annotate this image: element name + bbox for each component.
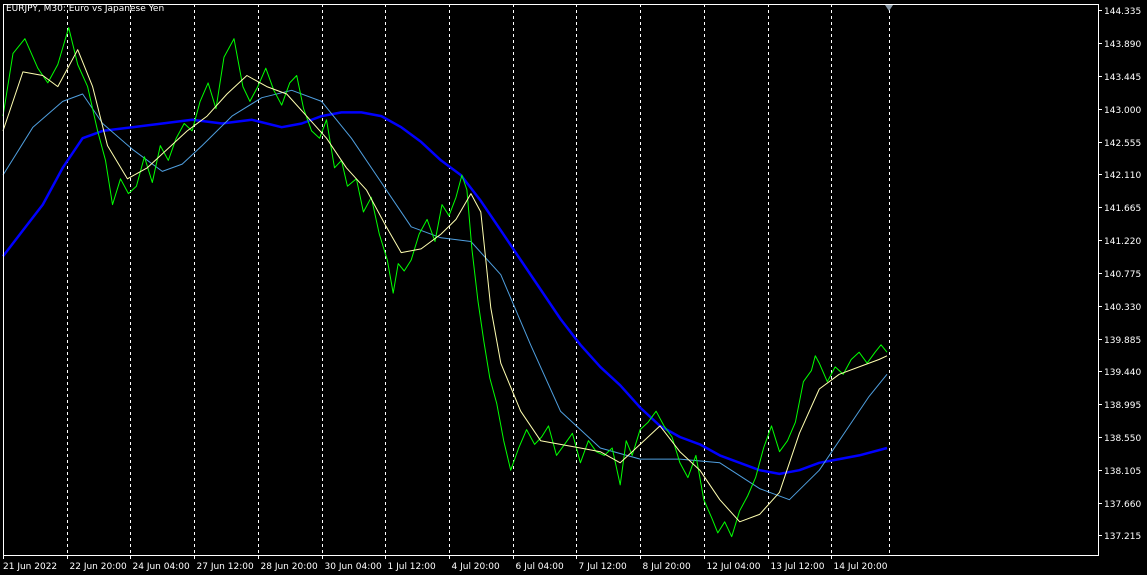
chart-background [0, 0, 1147, 575]
x-tick-label: 1 Jul 12:00 [388, 562, 437, 572]
y-tick-label: 141.220 [1104, 237, 1141, 247]
x-tick-label: 7 Jul 12:00 [579, 562, 628, 572]
y-tick-label: 141.665 [1104, 204, 1141, 214]
chart-title: EURJPY, M30: Euro vs Japanese Yen [6, 4, 165, 14]
y-tick-label: 140.775 [1104, 270, 1141, 280]
y-tick-label: 139.440 [1104, 368, 1141, 378]
y-tick-label: 143.890 [1104, 40, 1141, 50]
x-tick-label: 24 Jun 04:00 [133, 562, 190, 572]
y-tick-label: 144.335 [1104, 7, 1141, 17]
y-tick-label: 143.445 [1104, 73, 1141, 83]
x-tick-label: 22 Jun 20:00 [70, 562, 127, 572]
y-tick-label: 143.000 [1104, 106, 1141, 116]
y-tick-label: 142.110 [1104, 171, 1141, 181]
x-tick-label: 12 Jul 04:00 [707, 562, 761, 572]
y-tick-label: 137.215 [1104, 532, 1141, 542]
x-tick-label: 30 Jun 04:00 [325, 562, 382, 572]
x-tick-label: 21 Jun 2022 [3, 562, 57, 572]
chart-window: 144.335 143.890 143.445 143.000 142.555 142.1… [0, 0, 1147, 575]
x-tick-label: 13 Jul 12:00 [771, 562, 825, 572]
y-tick-label: 137.660 [1104, 500, 1141, 510]
y-tick-label: 139.885 [1104, 336, 1141, 346]
y-tick-label: 138.550 [1104, 434, 1141, 444]
y-tick-label: 140.330 [1104, 303, 1141, 313]
x-tick-label: 4 Jul 20:00 [452, 562, 501, 572]
x-tick-label: 14 Jul 20:00 [834, 562, 888, 572]
x-tick-label: 6 Jul 04:00 [516, 562, 565, 572]
y-tick-label: 142.555 [1104, 139, 1141, 149]
y-tick-label: 138.105 [1104, 467, 1141, 477]
price-chart[interactable]: 144.335 143.890 143.445 143.000 142.555 142.1… [0, 0, 1147, 575]
y-tick-label: 138.995 [1104, 401, 1141, 411]
x-tick-label: 28 Jun 20:00 [261, 562, 318, 572]
x-tick-label: 27 Jun 12:00 [197, 562, 254, 572]
x-tick-label: 8 Jul 20:00 [643, 562, 692, 572]
